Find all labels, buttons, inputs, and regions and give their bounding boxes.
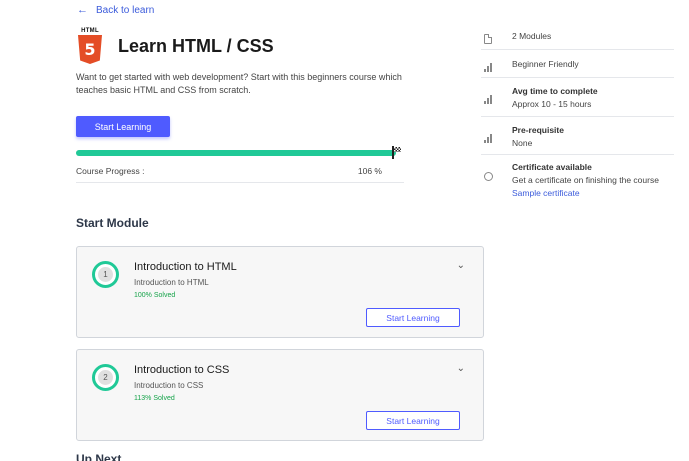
- back-link-label: Back to learn: [96, 5, 155, 16]
- up-next-heading: Up Next: [76, 452, 122, 461]
- module-card[interactable]: 2 Introduction to CSS Introduction to CS…: [76, 349, 484, 441]
- course-info-panel: 2 Modules Beginner Friendly Avg time to …: [481, 25, 674, 200]
- finish-flag-icon: [391, 146, 401, 159]
- signal-bars-icon: [484, 133, 494, 143]
- module-number-badge: 2: [92, 364, 119, 391]
- info-prerequisite: Pre-requisite None: [481, 117, 674, 155]
- signal-bars-icon: [484, 62, 494, 72]
- module-solved-status: 113% Solved: [134, 395, 175, 402]
- signal-bars-icon: [484, 94, 494, 104]
- info-time: Avg time to complete Approx 10 - 15 hour…: [481, 78, 674, 117]
- chevron-down-icon[interactable]: ⌄: [457, 363, 465, 374]
- module-title: Introduction to CSS: [134, 364, 230, 376]
- progress-percent: 106 %: [357, 166, 382, 176]
- course-title: Learn HTML / CSS: [118, 36, 274, 56]
- sample-certificate-link[interactable]: Sample certificate: [512, 187, 659, 200]
- module-title: Introduction to HTML: [134, 261, 237, 273]
- start-learning-button[interactable]: Start Learning: [76, 116, 170, 137]
- module-start-learning-button[interactable]: Start Learning: [366, 411, 460, 430]
- module-subtitle: Introduction to HTML: [134, 278, 209, 287]
- chevron-down-icon[interactable]: ⌄: [457, 260, 465, 271]
- module-solved-status: 100% Solved: [134, 292, 176, 299]
- progress-row: Course Progress : 106 %: [76, 166, 404, 183]
- html5-logo-icon: HTML 5: [78, 28, 102, 65]
- arrow-left-icon: ←: [77, 4, 88, 16]
- course-description: Want to get started with web development…: [76, 72, 402, 95]
- info-level: Beginner Friendly: [481, 50, 674, 78]
- back-to-learn-link[interactable]: ← Back to learn: [77, 4, 155, 17]
- module-subtitle: Introduction to CSS: [134, 381, 204, 390]
- module-number-badge: 1: [92, 261, 119, 288]
- progress-label: Course Progress :: [76, 166, 145, 176]
- certificate-icon: [484, 171, 494, 181]
- document-icon: [484, 34, 494, 44]
- info-certificate: Certificate available Get a certificate …: [481, 155, 674, 200]
- start-module-heading: Start Module: [76, 216, 149, 230]
- progress-fill: [76, 150, 396, 156]
- course-header: HTML 5 Learn HTML / CSS: [78, 28, 274, 65]
- course-progress-bar: [76, 150, 396, 156]
- module-card[interactable]: 1 Introduction to HTML Introduction to H…: [76, 246, 484, 338]
- module-start-learning-button[interactable]: Start Learning: [366, 308, 460, 327]
- info-modules: 2 Modules: [481, 25, 674, 50]
